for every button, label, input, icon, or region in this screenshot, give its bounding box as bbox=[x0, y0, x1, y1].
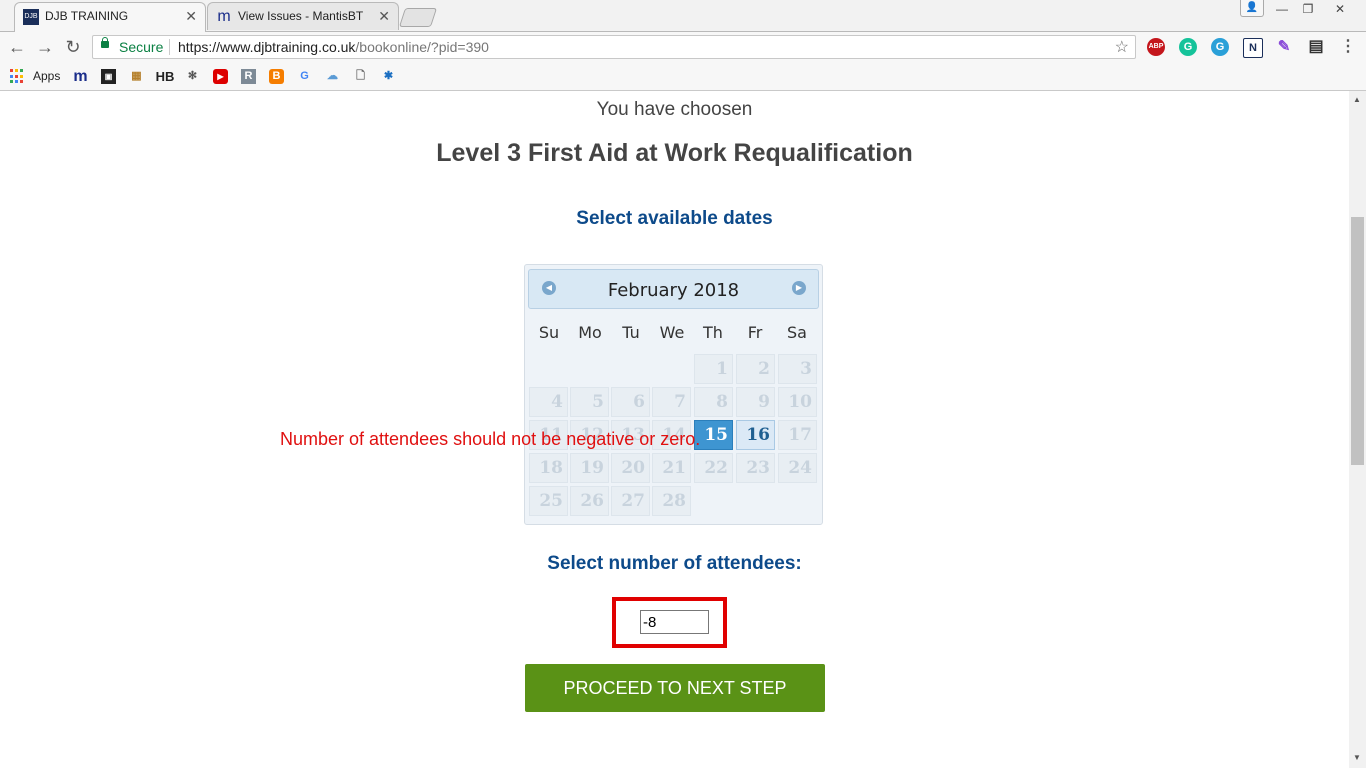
calendar-day: 10 bbox=[778, 387, 817, 417]
youtube-icon[interactable]: ▶ bbox=[213, 69, 228, 84]
apps-bookmark[interactable]: Apps bbox=[33, 67, 60, 85]
film-extension-icon[interactable]: ▤ bbox=[1307, 38, 1325, 56]
lock-icon bbox=[101, 37, 109, 48]
tab-djb-training[interactable]: DJB DJB TRAINING ✕ bbox=[14, 2, 206, 32]
minimize-button[interactable]: — bbox=[1268, 0, 1296, 18]
calendar-day: 18 bbox=[529, 453, 568, 483]
tab-mantisbt[interactable]: m View Issues - MantisBT ✕ bbox=[207, 2, 399, 30]
calendar-day: 6 bbox=[611, 387, 650, 417]
page-scrollbar[interactable]: ▲ ▼ bbox=[1349, 91, 1366, 768]
new-tab-button[interactable] bbox=[398, 8, 438, 27]
tab-title: DJB TRAINING bbox=[45, 9, 129, 23]
hb-icon[interactable]: HB bbox=[155, 69, 175, 84]
calendar-day: 1 bbox=[694, 354, 733, 384]
weekday-header: Fr bbox=[747, 323, 763, 342]
calendar-day: 27 bbox=[611, 486, 650, 516]
weekday-header: Tu bbox=[622, 323, 640, 342]
mantis-favicon-icon: m bbox=[217, 8, 231, 25]
restore-button[interactable]: ❐ bbox=[1294, 0, 1322, 18]
browser-toolbar: ← → ↻ Secure https://www.djbtraining.co.… bbox=[0, 32, 1366, 62]
next-month-icon[interactable]: ▶ bbox=[792, 281, 806, 295]
calendar-day: 3 bbox=[778, 354, 817, 384]
blogger-icon[interactable]: B bbox=[269, 69, 284, 84]
calendar-day: 9 bbox=[736, 387, 775, 417]
mantis-icon[interactable]: m bbox=[73, 69, 88, 85]
bookmarks-bar: Apps m ▣ ▦ HB ✻ ▶ R B G ☁ 🗋 ✱ bbox=[0, 62, 1366, 91]
close-tab-icon[interactable]: ✕ bbox=[378, 8, 390, 25]
proceed-button[interactable]: PROCEED TO NEXT STEP bbox=[525, 664, 825, 712]
n-extension-icon[interactable]: N bbox=[1243, 38, 1263, 58]
weekday-header: Th bbox=[703, 323, 723, 342]
calendar-day: 22 bbox=[694, 453, 733, 483]
bookmark-star-icon[interactable]: ☆ bbox=[1115, 37, 1129, 57]
error-message: Number of attendees should not be negati… bbox=[280, 429, 701, 449]
page-icon[interactable]: 🗋 bbox=[353, 69, 368, 84]
forward-icon[interactable]: → bbox=[34, 36, 56, 58]
menu-icon[interactable]: ⋮ bbox=[1339, 38, 1357, 56]
close-window-button[interactable]: ✕ bbox=[1326, 0, 1354, 18]
address-separator bbox=[169, 39, 170, 55]
calendar-day: 7 bbox=[652, 387, 691, 417]
url-path: /bookonline/?pid=390 bbox=[355, 39, 489, 55]
back-icon[interactable]: ← bbox=[6, 36, 28, 58]
address-bar[interactable]: Secure https://www.djbtraining.co.uk/boo… bbox=[92, 35, 1136, 59]
reload-icon[interactable]: ↻ bbox=[62, 36, 84, 58]
calendar-day: 26 bbox=[570, 486, 609, 516]
calendar-day: 17 bbox=[778, 420, 817, 450]
close-tab-icon[interactable]: ✕ bbox=[185, 8, 197, 25]
grammarly-alt-icon[interactable]: G bbox=[1211, 38, 1229, 56]
url-host: https://www.djbtraining.co.uk bbox=[178, 39, 356, 55]
calendar-month-label: February 2018 bbox=[607, 280, 740, 301]
apps-icon[interactable] bbox=[10, 69, 25, 84]
scroll-up-icon[interactable]: ▲ bbox=[1353, 95, 1361, 104]
dates-heading: Select available dates bbox=[576, 208, 773, 229]
scroll-down-icon[interactable]: ▼ bbox=[1353, 753, 1361, 762]
tab-strip: DJB DJB TRAINING ✕ m View Issues - Manti… bbox=[0, 0, 1366, 32]
scroll-thumb[interactable] bbox=[1351, 217, 1364, 465]
pen-extension-icon[interactable]: ✎ bbox=[1275, 38, 1293, 56]
package-icon[interactable]: ▦ bbox=[129, 69, 144, 84]
tab-title: View Issues - MantisBT bbox=[238, 9, 364, 23]
url-text[interactable]: https://www.djbtraining.co.uk/bookonline… bbox=[178, 39, 489, 55]
puzzle-icon[interactable]: ✱ bbox=[381, 69, 396, 84]
box-icon[interactable]: ▣ bbox=[101, 69, 116, 84]
date-picker-calendar: ◀ February 2018 ▶ Su Mo Tu We Th Fr Sa 1 2 3 4 5 6 7 8… bbox=[524, 264, 823, 525]
calendar-day: 28 bbox=[652, 486, 691, 516]
snowflake-icon[interactable]: ✻ bbox=[185, 69, 200, 84]
calendar-day: 2 bbox=[736, 354, 775, 384]
cloud-icon[interactable]: ☁ bbox=[325, 69, 340, 84]
calendar-day: 21 bbox=[652, 453, 691, 483]
weekday-header: Su bbox=[538, 323, 560, 342]
calendar-day: 8 bbox=[694, 387, 733, 417]
calendar-day: 24 bbox=[778, 453, 817, 483]
calendar-day: 23 bbox=[736, 453, 775, 483]
attendees-input[interactable] bbox=[640, 610, 709, 634]
chosen-label: You have choosen bbox=[596, 99, 753, 120]
google-icon[interactable]: G bbox=[297, 69, 312, 84]
page-viewport: You have choosen Level 3 First Aid at Wo… bbox=[0, 91, 1349, 768]
calendar-day: 25 bbox=[529, 486, 568, 516]
calendar-day: 19 bbox=[570, 453, 609, 483]
secure-label: Secure bbox=[119, 39, 164, 55]
weekday-header: Mo bbox=[578, 323, 602, 342]
calendar-day: 5 bbox=[570, 387, 609, 417]
r-icon[interactable]: R bbox=[241, 69, 256, 84]
weekday-header: Sa bbox=[787, 323, 807, 342]
calendar-day[interactable]: 16 bbox=[736, 420, 775, 450]
djb-favicon-icon: DJB bbox=[23, 9, 39, 25]
attendees-heading: Select number of attendees: bbox=[547, 553, 802, 574]
calendar-header: ◀ February 2018 ▶ bbox=[528, 269, 819, 309]
calendar-day: 20 bbox=[611, 453, 650, 483]
profile-icon[interactable]: 👤 bbox=[1240, 0, 1264, 17]
adblock-icon[interactable]: ABP bbox=[1147, 38, 1165, 56]
weekday-header: We bbox=[659, 323, 685, 342]
calendar-day: 4 bbox=[529, 387, 568, 417]
course-title: Level 3 First Aid at Work Requalificatio… bbox=[436, 139, 913, 167]
grammarly-icon[interactable]: G bbox=[1179, 38, 1197, 56]
